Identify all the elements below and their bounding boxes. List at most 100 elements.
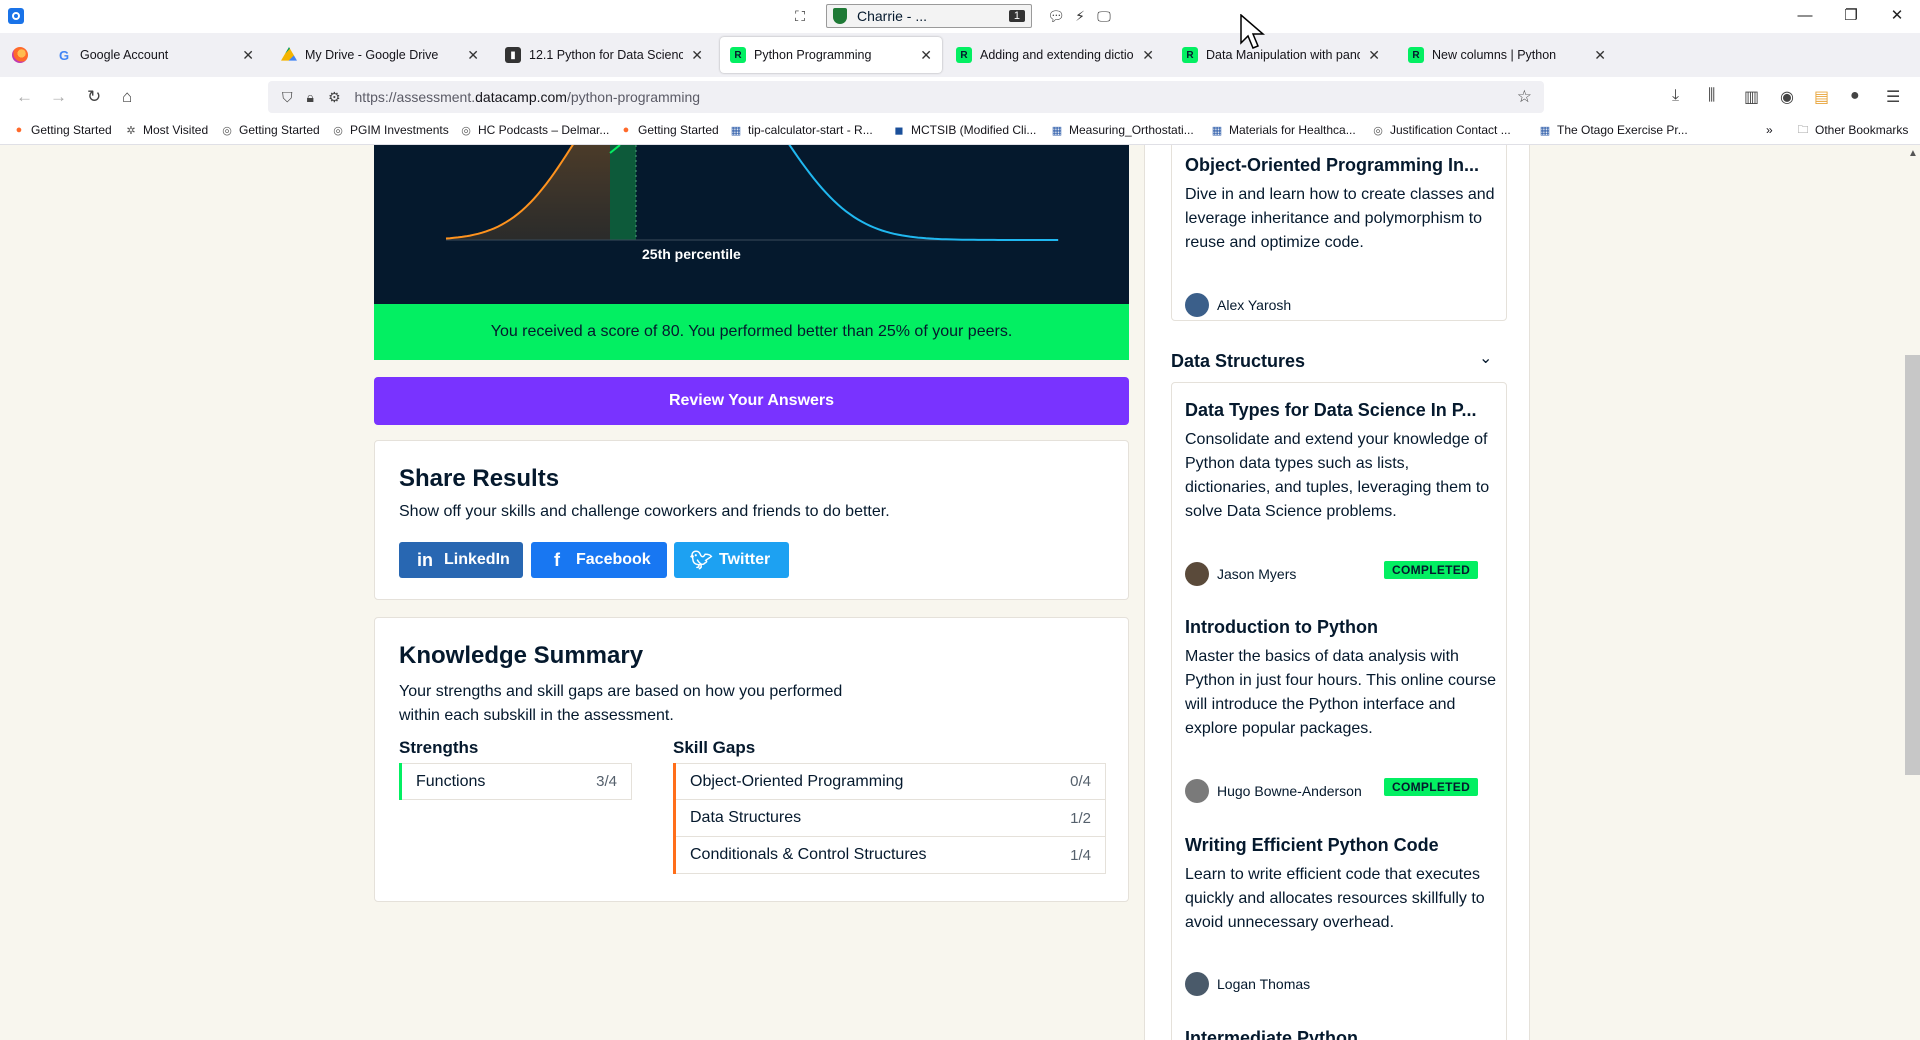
url-bar[interactable]: ⛉ 🔒︎ ⚙︎ https://assessment. datacamp.com /… (268, 81, 1544, 113)
doc-icon: ▦ (1539, 124, 1551, 137)
course-description: Learn to write efficient code that execu… (1185, 866, 1485, 931)
bookmark-label: HC Podcasts – Delmar... (478, 123, 610, 137)
bookmark-item[interactable]: ▦ The Otago Exercise Pr... (1538, 123, 1688, 137)
twitter-button[interactable]: 🐦︎ Twitter (674, 542, 789, 578)
course-title[interactable]: Intermediate Python (1185, 1028, 1495, 1040)
shield-icon (833, 8, 847, 24)
close-icon[interactable]: ✕ (1874, 0, 1920, 30)
close-tab-icon[interactable]: ✕ (1142, 47, 1154, 64)
skill-gap-row: Object-Oriented Programming 0/4 (676, 763, 1106, 800)
facebook-button[interactable]: f Facebook (531, 542, 667, 578)
chevron-down-icon[interactable]: ⌄ (1479, 348, 1492, 368)
session-count: 1 (1008, 10, 1025, 22)
forward-icon[interactable]: → (50, 87, 67, 107)
chat-icon[interactable]: 💬︎ (1044, 4, 1068, 28)
course-title[interactable]: Introduction to Python (1185, 617, 1495, 638)
tab-5[interactable]: R Adding and extending dictionar ✕ (946, 37, 1164, 73)
drive-icon (281, 47, 297, 61)
bookmark-item[interactable]: ◎ Getting Started (220, 123, 320, 137)
bookmark-label: Materials for Healthca... (1229, 123, 1356, 137)
knowledge-description: Your strengths and skill gaps are based … (399, 683, 843, 724)
google-icon: G (58, 47, 70, 63)
bookmark-item[interactable]: ✲ Most Visited (124, 123, 208, 137)
shield-icon[interactable]: ⛉ (282, 89, 293, 106)
firefox-icon[interactable] (12, 47, 28, 63)
menu-icon[interactable]: ☰ (1886, 87, 1900, 107)
url-prefix: https://assessment. (354, 89, 476, 105)
reload-icon[interactable]: ↻ (87, 87, 101, 107)
author-name: Logan Thomas (1217, 976, 1311, 992)
bookmarks-overflow-icon[interactable]: » (1766, 123, 1773, 137)
bookmark-item[interactable]: ◎ PGIM Investments (331, 123, 449, 137)
session-selector[interactable]: Charrie - ... 1 (826, 4, 1032, 28)
course-title[interactable]: Data Types for Data Science In P... (1185, 400, 1495, 421)
back-icon[interactable]: ← (16, 87, 33, 107)
close-tab-icon[interactable]: ✕ (691, 47, 703, 64)
url-host: datacamp.com (475, 89, 567, 105)
permissions-icon[interactable]: ⚙︎ (328, 89, 341, 106)
facebook-icon: f (554, 549, 560, 570)
course-author: Alex Yarosh (1185, 293, 1291, 317)
lock-icon[interactable]: 🔒︎ (307, 89, 314, 106)
bookmark-item[interactable]: ◎ Justification Contact ... (1371, 123, 1511, 137)
tab-4[interactable]: R Python Programming ✕ (720, 37, 942, 73)
bookmark-star-icon[interactable]: ☆ (1517, 87, 1532, 107)
course-title[interactable]: Object-Oriented Programming In... (1185, 155, 1495, 176)
home-icon[interactable]: ⌂ (122, 87, 132, 107)
remote-desktop-controls: ⛶ Charrie - ... 1 💬︎ ⚡︎ 🖵 (788, 4, 1116, 28)
skill-gap-row: Conditionals & Control Structures 1/4 (676, 837, 1106, 874)
skill-gap-score: 0/4 (1070, 773, 1091, 790)
tab-3[interactable]: ▮ 12.1 Python for Data Science - S ✕ (495, 37, 713, 73)
bookmark-item[interactable]: ● Getting Started (12, 123, 112, 137)
bookmark-item[interactable]: ▦ Materials for Healthca... (1210, 123, 1356, 137)
scroll-up-icon[interactable]: ▲ (1908, 148, 1918, 159)
downloads-icon[interactable]: ⤓ (1672, 87, 1679, 105)
bookmark-item[interactable]: ● Getting Started (619, 123, 719, 137)
course-description: Consolidate and extend your knowledge of… (1185, 431, 1490, 520)
fullscreen-icon[interactable]: ⛶ (788, 4, 812, 28)
account-icon[interactable]: ● (1850, 87, 1860, 105)
minimize-icon[interactable]: — (1782, 0, 1828, 30)
datacamp-icon: R (956, 47, 972, 63)
tab-6[interactable]: R Data Manipulation with pandas ✕ (1172, 37, 1390, 73)
bookmark-item[interactable]: ◼ MCTSIB (Modified Cli... (892, 123, 1036, 137)
monitor-icon[interactable]: 🖵 (1092, 4, 1116, 28)
firefox-icon: ● (15, 124, 23, 136)
tab-title: New columns | Python (1432, 48, 1557, 62)
extension-icon[interactable]: ◉ (1780, 87, 1794, 107)
sidebar-icon[interactable]: ▥ (1744, 87, 1759, 107)
tab-1[interactable]: G Google Account ✕ (46, 37, 264, 73)
tab-title: Python Programming (754, 48, 872, 62)
remote-window-controls: — ❐ ✕ (1782, 0, 1920, 30)
doc-icon: ▦ (1211, 124, 1223, 137)
skill-gap-row: Data Structures 1/2 (676, 800, 1106, 837)
linkedin-button[interactable]: in LinkedIn (399, 542, 523, 578)
doc-icon: ▦ (730, 124, 742, 137)
percentile-chart: 25th percentile (374, 145, 1129, 304)
close-tab-icon[interactable]: ✕ (920, 47, 932, 64)
other-bookmarks[interactable]: 🗀 Other Bookmarks (1796, 123, 1909, 137)
bookmark-item[interactable]: ◎ HC Podcasts – Delmar... (459, 123, 609, 137)
bookmark-label: The Otago Exercise Pr... (1557, 123, 1688, 137)
bookmark-item[interactable]: ▦ tip-calculator-start - R... (729, 123, 873, 137)
restore-icon[interactable]: ❐ (1828, 0, 1874, 30)
bookmark-item[interactable]: ▦ Measuring_Orthostati... (1050, 123, 1194, 137)
tab-title: My Drive - Google Drive (305, 48, 439, 62)
library-icon[interactable]: ⫼ (1708, 87, 1715, 105)
reader-icon[interactable]: ▤ (1814, 87, 1829, 107)
course-title[interactable]: Writing Efficient Python Code (1185, 835, 1495, 856)
close-tab-icon[interactable]: ✕ (1368, 47, 1380, 64)
close-tab-icon[interactable]: ✕ (242, 47, 254, 64)
scrollbar-thumb[interactable] (1905, 355, 1920, 775)
tab-2[interactable]: My Drive - Google Drive ✕ (271, 37, 489, 73)
tab-7[interactable]: R New columns | Python ✕ (1398, 37, 1616, 73)
folder-icon: 🗀 (1797, 123, 1809, 136)
share-title: Share Results (399, 465, 560, 492)
close-tab-icon[interactable]: ✕ (467, 47, 479, 64)
close-tab-icon[interactable]: ✕ (1594, 47, 1606, 64)
session-name: Charrie - ... (857, 8, 928, 24)
facebook-label: Facebook (576, 551, 651, 568)
review-answers-button[interactable]: Review Your Answers (374, 377, 1129, 425)
lightning-icon[interactable]: ⚡︎ (1068, 4, 1092, 28)
globe-icon: ◎ (1373, 124, 1383, 137)
